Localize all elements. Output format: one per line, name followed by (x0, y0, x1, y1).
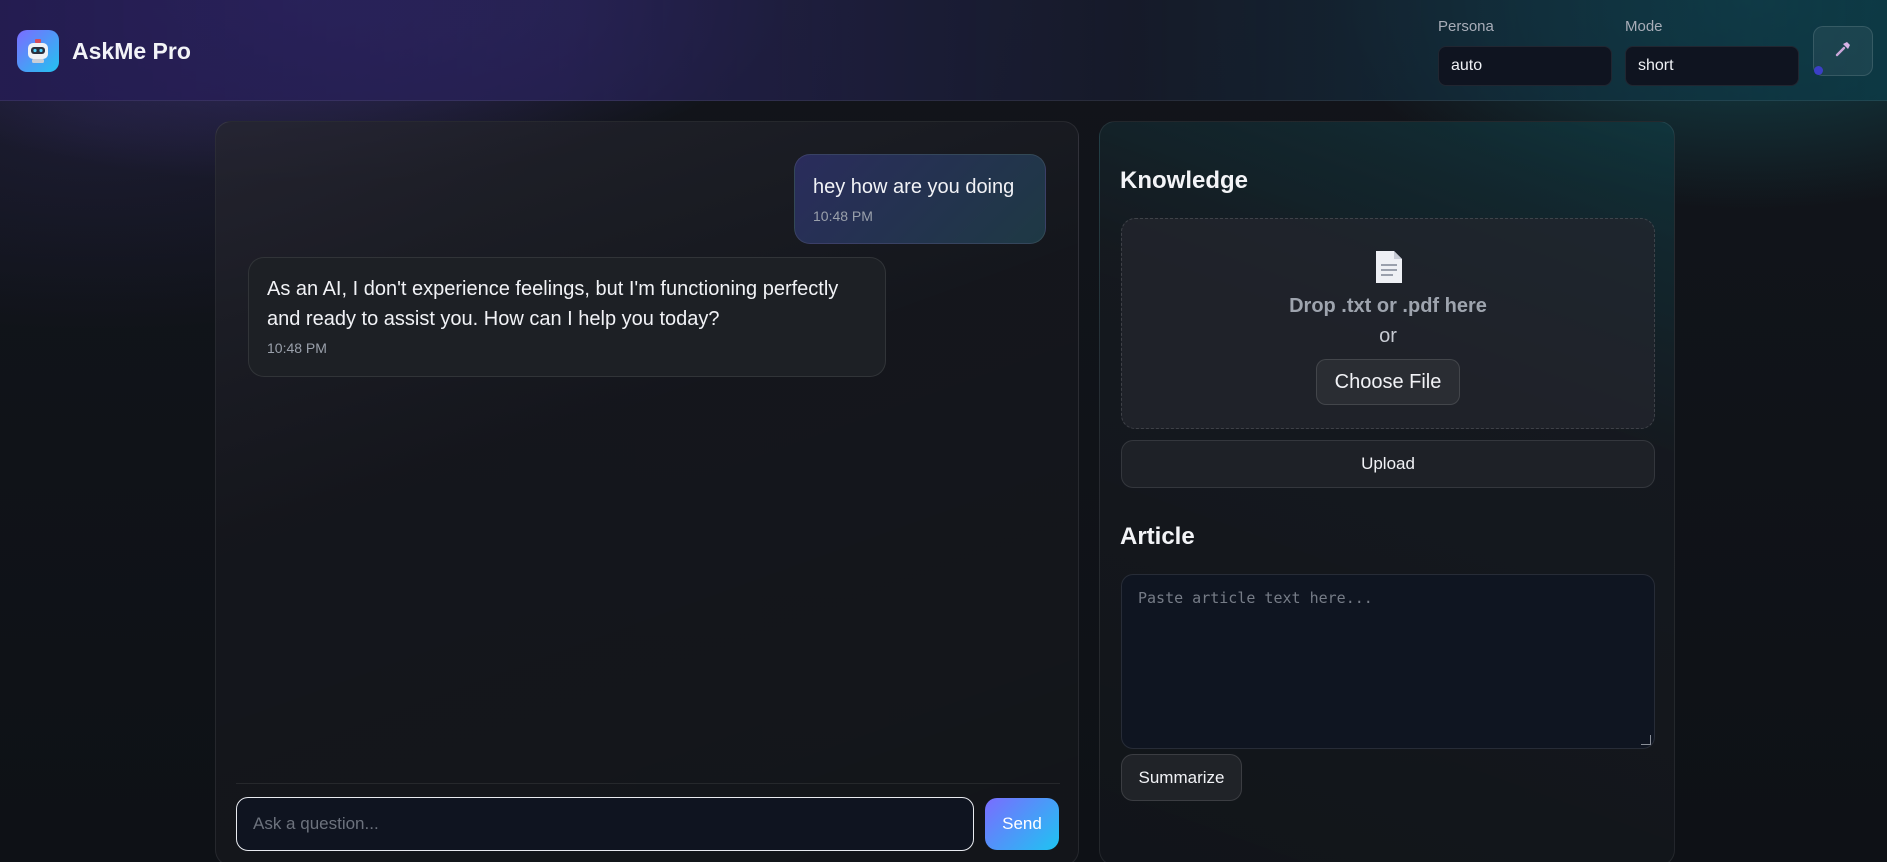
persona-group: Persona auto (1438, 18, 1612, 86)
status-indicator (1814, 66, 1823, 75)
mode-group: Mode short (1625, 18, 1799, 86)
message-text: As an AI, I don't experience feelings, b… (267, 278, 839, 330)
persona-select[interactable]: auto (1438, 46, 1612, 86)
brand: AskMe Pro (17, 30, 191, 72)
or-separator: or (1379, 325, 1397, 347)
summarize-button[interactable]: Summarize (1121, 754, 1242, 801)
app-header: AskMe Pro Persona auto Mode short (0, 0, 1887, 101)
persona-label: Persona (1438, 18, 1494, 35)
chat-panel: hey how are you doing 10:48 PM As an AI,… (215, 121, 1079, 862)
article-textarea[interactable]: Paste article text here... (1121, 574, 1655, 749)
hammer-icon (1833, 39, 1853, 64)
question-input[interactable]: Ask a question... (236, 797, 974, 851)
upload-button[interactable]: Upload (1121, 440, 1655, 488)
article-title: Article (1120, 523, 1195, 550)
document-icon (1374, 249, 1404, 290)
drop-hint: Drop .txt or .pdf here (1289, 295, 1487, 317)
choose-file-button[interactable]: Choose File (1316, 359, 1460, 405)
mode-select[interactable]: short (1625, 46, 1799, 86)
message-time: 10:48 PM (813, 208, 873, 224)
side-panel: Knowledge Drop .txt or .pdf here or Choo… (1099, 121, 1675, 862)
message-text: hey how are you doing (813, 176, 1015, 198)
robot-icon (17, 30, 59, 72)
mode-label: Mode (1625, 18, 1663, 35)
knowledge-title: Knowledge (1120, 167, 1249, 194)
app-title: AskMe Pro (72, 37, 191, 64)
send-button[interactable]: Send (985, 798, 1059, 850)
file-dropzone[interactable]: Drop .txt or .pdf here or Choose File (1121, 218, 1655, 429)
textarea-resize-handle[interactable] (1641, 735, 1651, 745)
message-assistant: As an AI, I don't experience feelings, b… (248, 257, 886, 377)
message-user: hey how are you doing 10:48 PM (794, 154, 1046, 244)
composer-divider (236, 783, 1060, 784)
message-time: 10:48 PM (267, 340, 327, 356)
